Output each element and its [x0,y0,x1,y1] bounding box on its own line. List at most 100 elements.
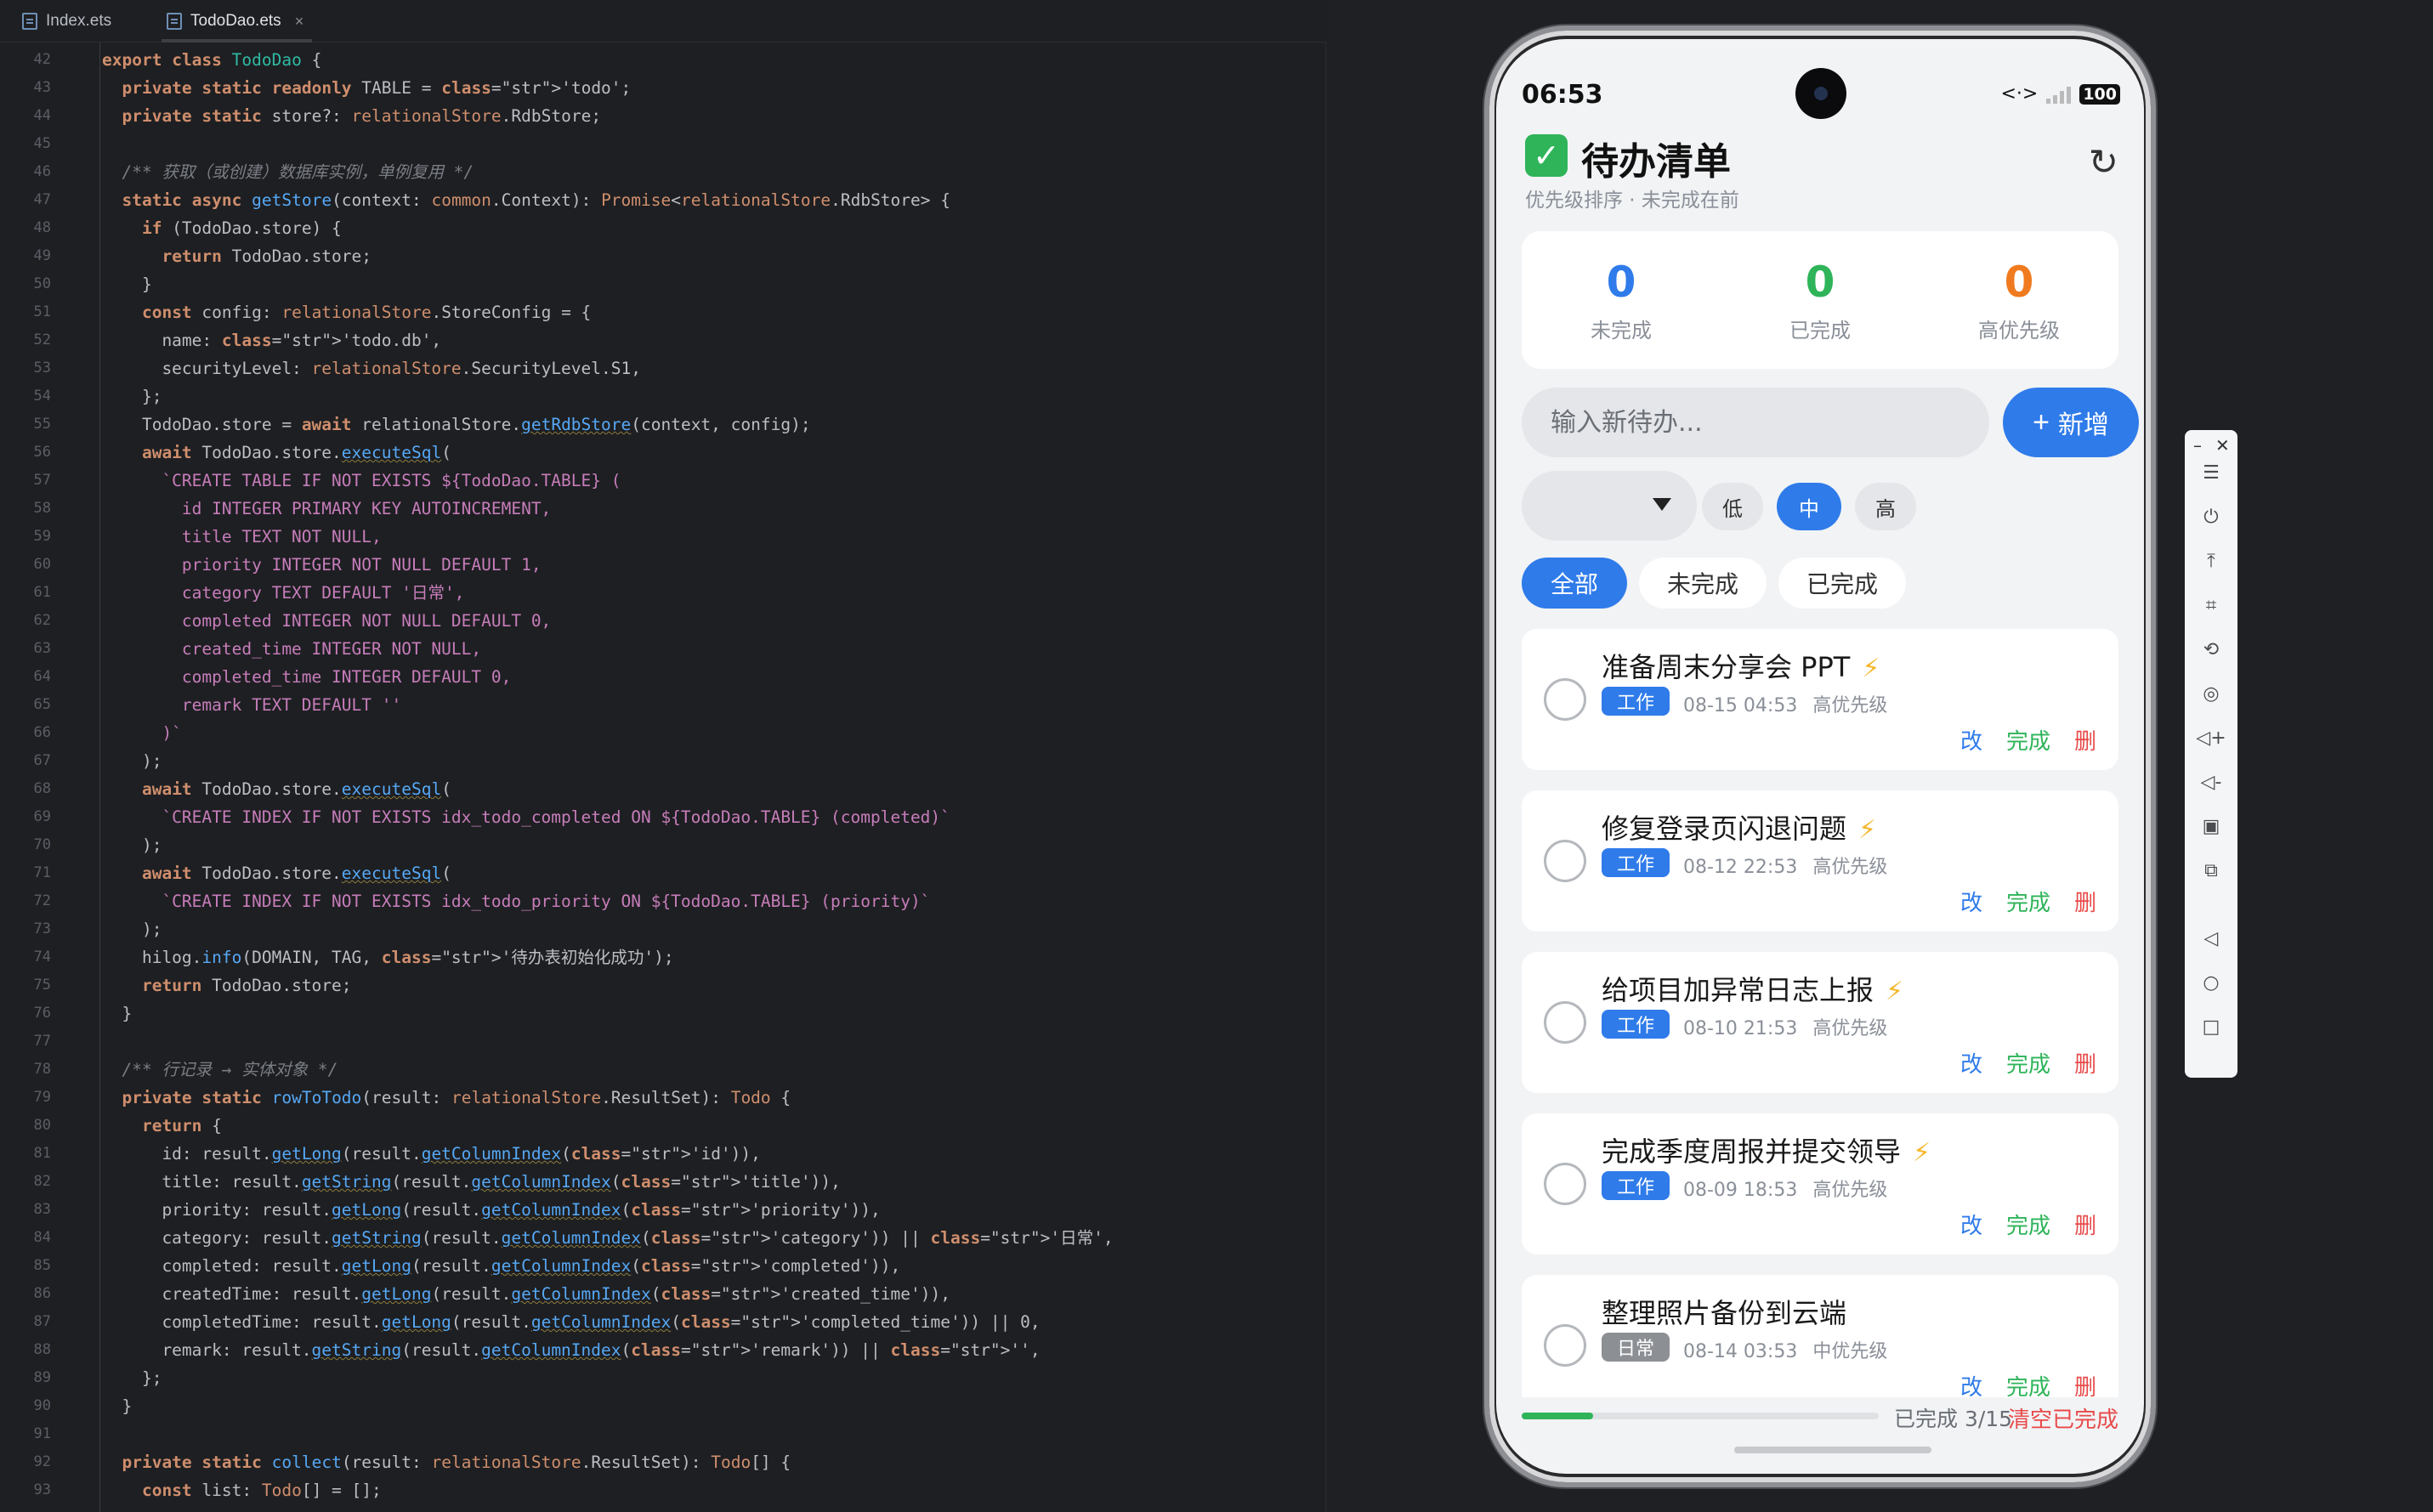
code-line[interactable]: /** 行记录 → 实体对象 */ [102,1056,1308,1084]
code-line[interactable]: ); [102,831,1308,859]
code-line[interactable]: completedTime: result.getLong(result.get… [102,1308,1308,1336]
close-icon[interactable]: × [295,13,304,31]
code-line[interactable]: }; [102,382,1308,411]
code-line[interactable]: hilog.info(DOMAIN, TAG, class="str">'待办表… [102,943,1308,971]
code-line[interactable]: title TEXT NOT NULL, [102,523,1308,551]
tab-tododao-ets[interactable]: TodoDao.ets × [161,0,313,42]
minimize-icon[interactable]: – [2193,435,2202,456]
complete-button[interactable]: 完成 [2006,724,2050,756]
complete-button[interactable]: 完成 [2006,1209,2050,1240]
scroll-top-icon[interactable]: ⤒ [2185,551,2237,572]
code-line[interactable]: TodoDao.store = await relationalStore.ge… [102,411,1308,439]
todo-card[interactable]: 修复登录页闪退问题 ⚡ 工作 08-12 22:53 高优先级改完成删 [1522,790,2118,932]
code-line[interactable]: } [102,1392,1308,1420]
code-line[interactable]: }; [102,1364,1308,1392]
code-line[interactable]: if (TodoDao.store) { [102,214,1308,242]
code-line[interactable]: category: result.getString(result.getCol… [102,1224,1308,1252]
complete-button[interactable]: 完成 [2006,1370,2050,1397]
complete-checkbox[interactable] [1544,1163,1586,1205]
code-line[interactable]: static async getStore(context: common.Co… [102,186,1308,214]
code-line[interactable]: const config: relationalStore.StoreConfi… [102,298,1308,326]
delete-button[interactable]: 删 [2074,1370,2096,1397]
code-line[interactable]: completed: result.getLong(result.getColu… [102,1252,1308,1280]
code-line[interactable]: priority INTEGER NOT NULL DEFAULT 1, [102,551,1308,579]
volume-down-icon[interactable]: ◁- [2185,772,2237,793]
code-line[interactable]: await TodoDao.store.executeSql( [102,859,1308,887]
location-icon[interactable]: ◎ [2185,683,2237,705]
complete-button[interactable]: 完成 [2006,886,2050,917]
code-line[interactable]: const list: Todo[] = []; [102,1476,1308,1504]
delete-button[interactable]: 删 [2074,1047,2096,1079]
complete-checkbox[interactable] [1544,1001,1586,1044]
home-indicator[interactable] [1734,1447,1931,1453]
code-line[interactable]: `CREATE INDEX IF NOT EXISTS idx_todo_pri… [102,887,1308,915]
code-line[interactable]: remark TEXT DEFAULT '' [102,691,1308,719]
delete-button[interactable]: 删 [2074,724,2096,756]
code-line[interactable] [102,130,1308,158]
new-todo-input[interactable] [1522,388,1989,457]
delete-button[interactable]: 删 [2074,886,2096,917]
code-line[interactable]: private static rowToTodo(result: relatio… [102,1084,1308,1112]
menu-icon[interactable]: ☰ [2185,462,2237,484]
code-line[interactable]: await TodoDao.store.executeSql( [102,439,1308,467]
code-line[interactable]: created_time INTEGER NOT NULL, [102,635,1308,663]
priority-medium[interactable]: 中 [1777,483,1841,530]
code-line[interactable]: id: result.getLong(result.getColumnIndex… [102,1140,1308,1168]
edit-button[interactable]: 改 [1960,1047,1982,1079]
code-line[interactable]: `CREATE TABLE IF NOT EXISTS ${TodoDao.TA… [102,467,1308,495]
filter-all[interactable]: 全部 [1522,558,1627,609]
code-line[interactable]: `CREATE INDEX IF NOT EXISTS idx_todo_com… [102,803,1308,831]
complete-checkbox[interactable] [1544,840,1586,882]
filter-pending[interactable]: 未完成 [1639,558,1767,609]
code-line[interactable]: return TodoDao.store; [102,242,1308,270]
code-line[interactable]: category TEXT DEFAULT '日常', [102,579,1308,607]
code-editor[interactable]: 42 43 44 45 46 47 48 49 50 51 52 53 54 55 56 57 58 59 60 61… [0,42,1326,1512]
code-line[interactable]: ); [102,747,1308,775]
filter-completed[interactable]: 已完成 [1778,558,1906,609]
code-line[interactable]: } [102,1000,1308,1028]
code-line[interactable]: remark: result.getString(result.getColum… [102,1336,1308,1364]
priority-high[interactable]: 高 [1855,483,1916,530]
code-line[interactable]: completed_time INTEGER DEFAULT 0, [102,663,1308,691]
code-line[interactable]: } [102,270,1308,298]
complete-checkbox[interactable] [1544,678,1586,721]
code-line[interactable]: ); [102,915,1308,943]
volume-up-icon[interactable]: ◁+ [2185,728,2237,749]
todo-card[interactable]: 准备周末分享会 PPT ⚡ 工作 08-15 04:53 高优先级改完成删 [1522,629,2118,770]
complete-checkbox[interactable] [1544,1324,1586,1367]
priority-low[interactable]: 低 [1702,483,1763,530]
code-line[interactable]: title: result.getString(result.getColumn… [102,1168,1308,1196]
code-line[interactable]: private static store?: relationalStore.R… [102,102,1308,130]
complete-button[interactable]: 完成 [2006,1047,2050,1079]
rotate-icon[interactable]: ⟲ [2185,639,2237,660]
code-line[interactable]: private static collect(result: relationa… [102,1448,1308,1476]
shake-icon[interactable]: ▣ [2185,816,2237,837]
code-line[interactable]: priority: result.getLong(result.getColum… [102,1196,1308,1224]
code-line[interactable] [102,1420,1308,1448]
delete-button[interactable]: 删 [2074,1209,2096,1240]
edit-button[interactable]: 改 [1960,1370,1982,1397]
edit-button[interactable]: 改 [1960,724,1982,756]
clear-completed-button[interactable]: 清空已完成 [2008,1402,2118,1434]
category-dropdown[interactable] [1522,471,1697,541]
edit-button[interactable]: 改 [1960,886,1982,917]
refresh-icon[interactable]: ↻ [2089,141,2118,183]
screenshot-icon[interactable]: ⧉ [2185,860,2237,881]
code-line[interactable]: private static readonly TABLE = class="s… [102,74,1308,102]
tab-index-ets[interactable]: Index.ets [22,0,111,42]
code-line[interactable] [102,1028,1308,1056]
add-todo-button[interactable]: 新增 [2003,388,2139,457]
crop-icon[interactable]: ⌗ [2185,595,2237,616]
code-line[interactable]: return { [102,1112,1308,1140]
code-line[interactable]: )` [102,719,1308,747]
code-line[interactable]: /** 获取（或创建）数据库实例，单例复用 */ [102,158,1308,186]
home-icon[interactable]: ○ [2185,972,2237,994]
close-icon[interactable]: ✕ [2215,435,2230,456]
todo-card[interactable]: 给项目加异常日志上报 ⚡ 工作 08-10 21:53 高优先级改完成删 [1522,952,2118,1093]
power-icon[interactable]: ⏻ [2185,507,2237,528]
code-line[interactable]: return TodoDao.store; [102,971,1308,1000]
back-icon[interactable]: ◁ [2185,928,2237,949]
code-line[interactable]: name: class="str">'todo.db', [102,326,1308,354]
code-line[interactable]: id INTEGER PRIMARY KEY AUTOINCREMENT, [102,495,1308,523]
code-line[interactable]: export class TodoDao { [102,46,1308,74]
